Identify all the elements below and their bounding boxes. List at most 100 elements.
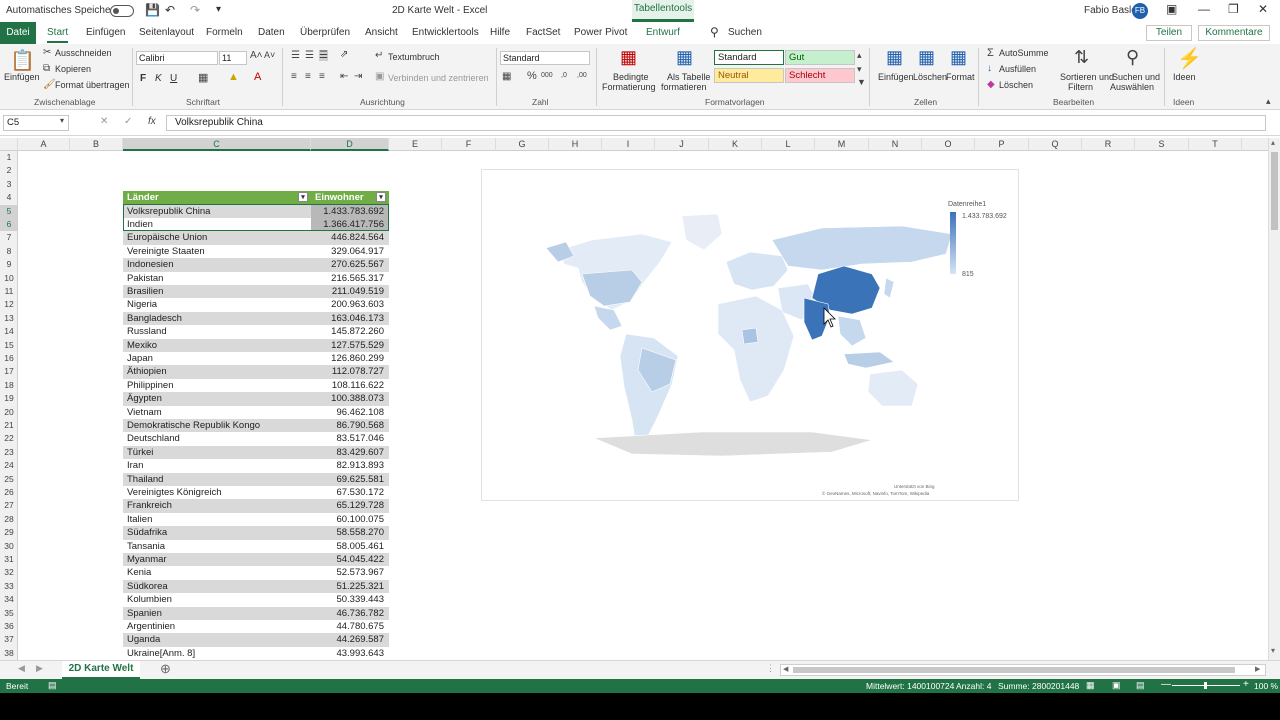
select-all-corner[interactable] [0,138,18,151]
sheet-split-icon[interactable]: ⋮ [766,663,775,674]
population-cell[interactable]: 82.913.893 [336,459,384,472]
table-row[interactable]: Ukraine[Anm. 8] 43.993.643 [123,647,389,660]
scroll-left-icon[interactable]: ◀ [783,665,788,673]
population-cell[interactable]: 52.573.967 [336,566,384,579]
table-row[interactable]: Myanmar 54.045.422 [123,553,389,567]
population-cell[interactable]: 58.558.270 [336,526,384,539]
row-header-cell[interactable]: 16 [0,352,17,365]
country-cell[interactable]: Japan [127,352,153,365]
country-cell[interactable]: Indien [127,218,153,231]
sheet-tab-active[interactable]: 2D Karte Welt [62,661,140,679]
scroll-up-icon[interactable]: ▴ [1271,138,1275,147]
row-header-cell[interactable]: 20 [0,406,17,419]
tab-page-layout[interactable]: Seitenlayout [139,27,194,38]
country-cell[interactable]: Vietnam [127,406,162,419]
column-header-cell[interactable]: G [496,138,549,151]
column-header-cell[interactable]: J [655,138,709,151]
format-cells-button[interactable]: Format [946,72,975,82]
search-box[interactable]: Suchen [728,27,762,38]
country-cell[interactable]: Deutschland [127,432,180,445]
tab-insert[interactable]: Einfügen [86,27,125,38]
formula-input[interactable]: Volksrepublik China [166,115,1266,131]
status-count[interactable]: Anzahl: 4 [956,681,991,691]
country-cell[interactable]: Demokratische Republik Kongo [127,419,260,432]
conditional-formatting-icon[interactable]: ▦ [620,47,637,68]
country-cell[interactable]: Mexiko [127,339,157,352]
row-header-cell[interactable]: 1 [0,151,17,164]
population-cell[interactable]: 96.462.108 [336,406,384,419]
autosum-button[interactable]: AutoSumme [999,48,1049,58]
country-cell[interactable]: Frankreich [127,499,172,512]
ideas-button[interactable]: Ideen [1173,72,1196,82]
row-header-cell[interactable]: 29 [0,526,17,539]
comments-button[interactable]: Kommentare [1198,25,1270,41]
row-header-cell[interactable]: 31 [0,553,17,566]
scroll-down-icon[interactable]: ▾ [1271,646,1275,655]
clear-button[interactable]: Löschen [999,80,1033,90]
format-as-table-icon[interactable]: ▦ [676,47,693,68]
bold-button[interactable]: F [140,73,146,84]
tab-start[interactable]: Start [47,27,69,43]
status-average[interactable]: Mittelwert: 1400100724 [866,681,954,691]
row-header-cell[interactable]: 35 [0,607,17,620]
align-middle-icon[interactable]: ☰ [305,50,314,61]
country-cell[interactable]: Vereinigte Staaten [127,245,205,258]
table-row[interactable]: Spanien 46.736.782 [123,606,389,620]
row-header-cell[interactable]: 36 [0,620,17,633]
row-header-cell[interactable]: 9 [0,258,17,271]
population-cell[interactable]: 112.078.727 [332,365,384,378]
table-row[interactable]: Vietnam 96.462.108 [123,406,389,419]
table-header-countries[interactable]: Länder ▾ [123,191,311,204]
restore-icon[interactable]: ❐ [1228,2,1239,16]
column-header-cell[interactable]: E [389,138,442,151]
population-cell[interactable]: 108.116.622 [332,379,384,392]
column-header-cell[interactable]: K [709,138,762,151]
add-sheet-icon[interactable]: ⊕ [160,661,171,677]
table-row[interactable]: Indien 1.366.417.756 [123,218,389,232]
filter-dropdown-icon[interactable]: ▾ [376,192,386,202]
delete-cells-icon[interactable]: ▦ [918,47,935,68]
ribbon-display-icon[interactable]: ▣ [1166,2,1177,16]
population-cell[interactable]: 1.433.783.692 [323,205,384,218]
country-cell[interactable]: Myanmar [127,553,167,566]
country-cell[interactable]: Argentinien [127,620,175,633]
row-header-cell[interactable]: 30 [0,540,17,553]
row-header-cell[interactable]: 33 [0,580,17,593]
find-select-button[interactable]: Suchen und [1112,72,1160,82]
page-break-view-icon[interactable]: ▤ [1136,680,1145,691]
population-cell[interactable]: 127.575.529 [331,339,384,352]
style-standard[interactable]: Standard [714,50,784,65]
country-cell[interactable]: Spanien [127,607,162,620]
country-cell[interactable]: Ägypten [127,392,162,405]
autosave-toggle[interactable] [110,5,134,17]
population-cell[interactable]: 145.872.260 [331,325,384,338]
tab-factset[interactable]: FactSet [526,27,560,38]
zoom-level[interactable]: 100 % [1254,681,1278,691]
row-header-cell[interactable]: 23 [0,446,17,459]
country-cell[interactable]: Europäische Union [127,231,207,244]
table-row[interactable]: Japan 126.860.299 [123,352,389,365]
fill-color-icon[interactable]: ▲ [228,71,239,83]
merge-center-button[interactable]: Verbinden und zentrieren [388,73,489,83]
country-cell[interactable]: Russland [127,325,167,338]
column-header-cell[interactable]: T [1189,138,1242,151]
tab-power-pivot[interactable]: Power Pivot [574,27,627,38]
tab-view[interactable]: Ansicht [365,27,398,38]
country-cell[interactable]: Kolumbien [127,593,172,606]
vertical-scroll-thumb[interactable] [1271,152,1278,230]
row-header-cell[interactable]: 6 [0,218,17,232]
population-cell[interactable]: 163.046.173 [331,312,384,325]
tab-file[interactable]: Datei [0,22,36,44]
row-header-cell[interactable]: 13 [0,312,17,325]
table-row[interactable]: Kolumbien 50.339.443 [123,593,389,606]
table-row[interactable]: Russland 145.872.260 [123,325,389,338]
column-header-cell[interactable]: A [18,138,70,151]
format-painter-button[interactable]: Format übertragen [55,80,130,90]
row-header-cell[interactable]: 14 [0,325,17,338]
table-row[interactable]: Südafrika 58.558.270 [123,526,389,540]
table-row[interactable]: Vereinigtes Königreich 67.530.172 [123,486,389,499]
undo-icon[interactable]: ↶ [165,3,175,17]
tab-help[interactable]: Hilfe [490,27,510,38]
table-row[interactable]: Uganda 44.269.587 [123,633,389,647]
insert-cells-button[interactable]: Einfügen [878,72,914,82]
